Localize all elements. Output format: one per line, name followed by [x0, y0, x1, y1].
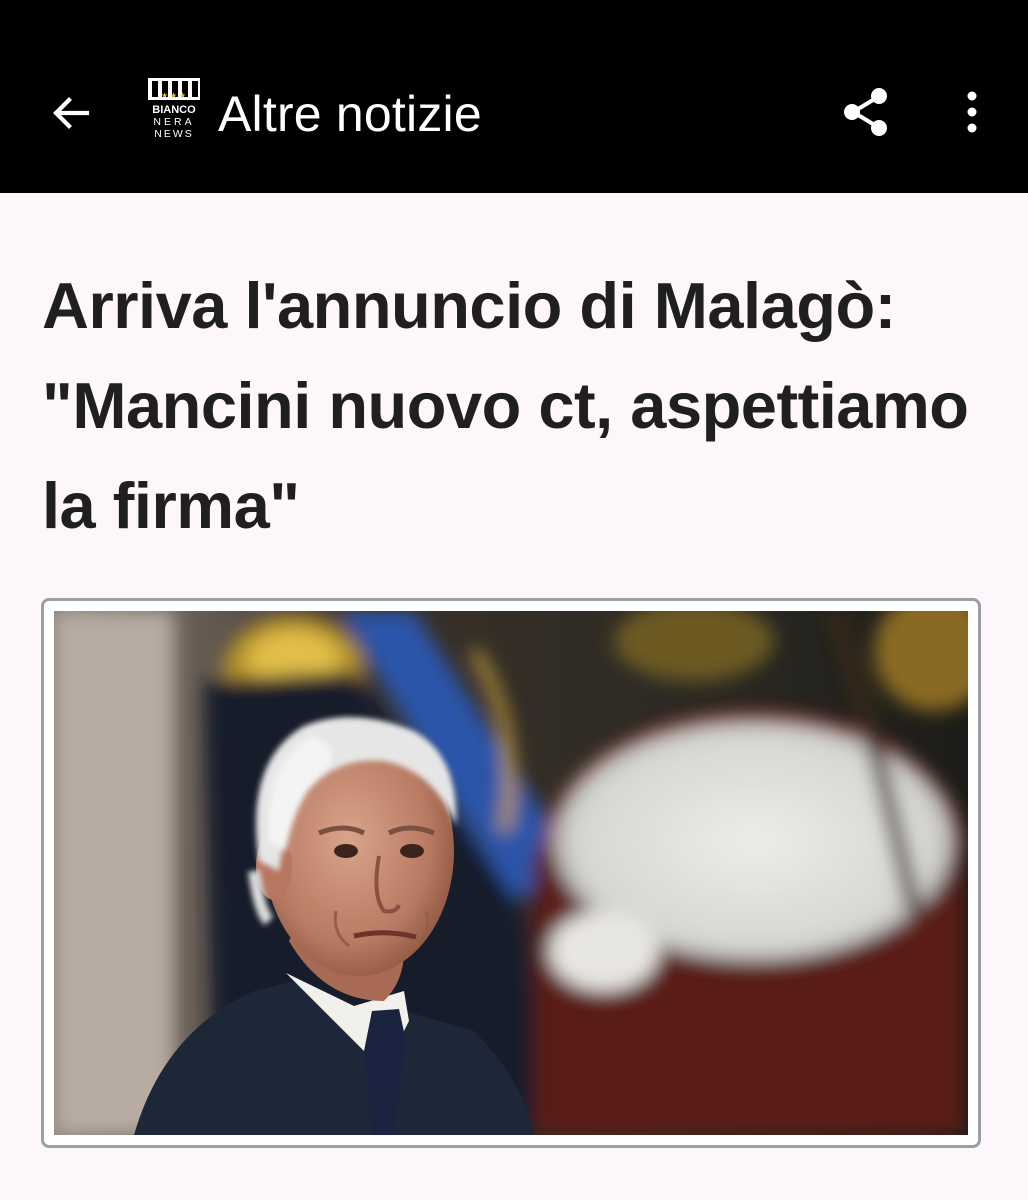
svg-text:NERA: NERA	[153, 116, 194, 128]
share-icon	[844, 88, 887, 136]
arrow-left-icon	[53, 97, 90, 129]
back-button[interactable]	[36, 78, 106, 148]
svg-text:NEWS: NEWS	[154, 128, 194, 140]
app-bar: ★ ★ ★ BIANCO NERA NEWS Altre notizie	[0, 0, 1028, 193]
article-photo-frame	[41, 598, 981, 1148]
share-button[interactable]	[834, 80, 898, 144]
svg-text:★: ★	[170, 91, 177, 100]
svg-text:★: ★	[179, 91, 186, 100]
svg-text:★: ★	[161, 91, 168, 100]
app-bar-title: Altre notizie	[218, 86, 482, 142]
bianconera-news-logo: ★ ★ ★ BIANCO NERA NEWS	[148, 78, 200, 140]
article-photo[interactable]	[54, 611, 968, 1135]
article-headline: Arriva l'annuncio di Malagò: "Mancini nu…	[42, 269, 969, 542]
more-vert-icon	[967, 91, 977, 133]
svg-text:BIANCO: BIANCO	[152, 104, 196, 116]
more-options-button[interactable]	[944, 80, 1000, 144]
